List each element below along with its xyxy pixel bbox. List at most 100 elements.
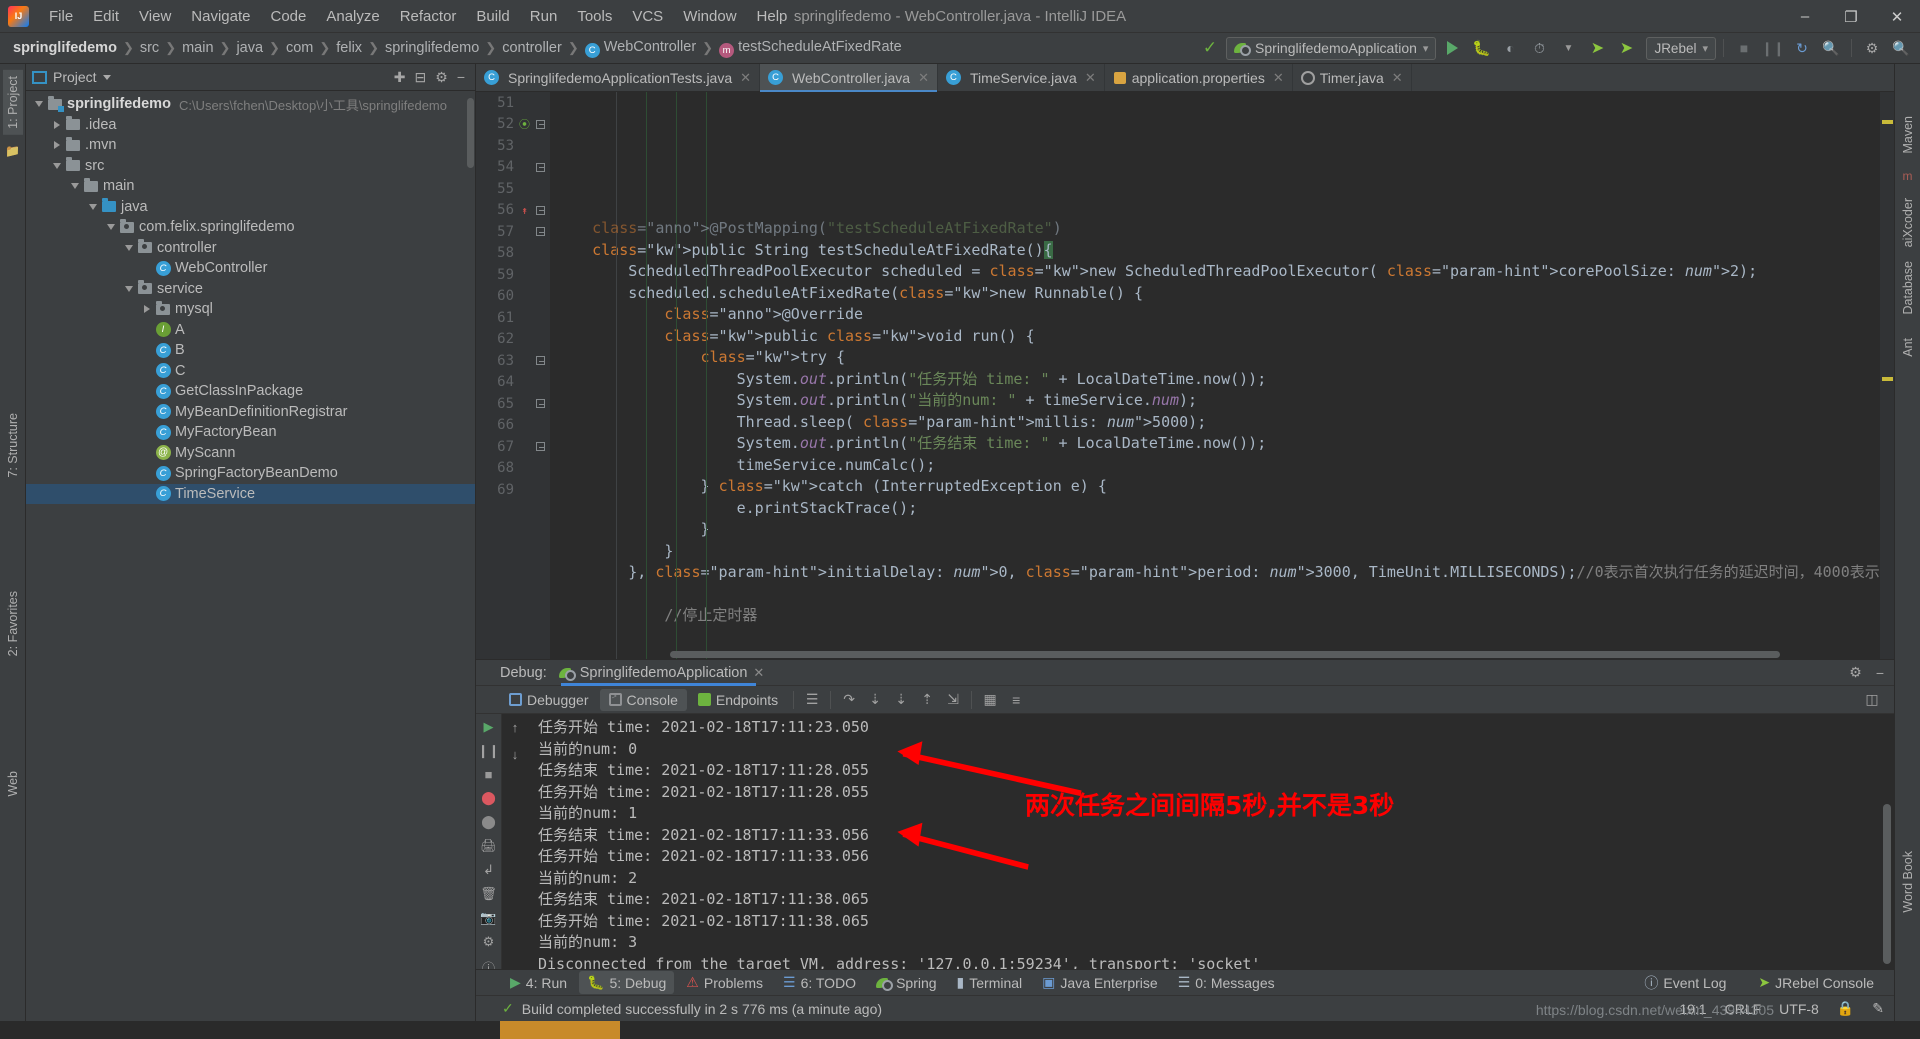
gutter-line[interactable]: 55 bbox=[476, 178, 550, 200]
gutter-line[interactable]: 64 bbox=[476, 372, 550, 394]
tree-node-webcontroller[interactable]: C WebController bbox=[26, 258, 475, 279]
tree-node-main[interactable]: main bbox=[26, 176, 475, 197]
update-app-icon[interactable]: ↻ bbox=[1789, 37, 1815, 60]
bottom-tab-java-enterprise[interactable]: ▣ Java Enterprise bbox=[1034, 971, 1166, 994]
pause-icon[interactable]: ❙❙ bbox=[1760, 37, 1786, 60]
menu-code[interactable]: Code bbox=[260, 5, 316, 28]
debug-icon[interactable]: 🐛 bbox=[1468, 37, 1494, 60]
tree-node-src[interactable]: src bbox=[26, 156, 475, 177]
gutter-marker[interactable]: ↟ bbox=[516, 204, 533, 217]
gear-icon[interactable]: ⚙ bbox=[435, 69, 448, 86]
menu-run[interactable]: Run bbox=[520, 5, 568, 28]
code-line[interactable]: ScheduledThreadPoolExecutor scheduled = … bbox=[550, 261, 1880, 283]
gutter-line[interactable]: 63 bbox=[476, 350, 550, 372]
breadcrumb-main[interactable]: main bbox=[179, 39, 216, 57]
expand-arrow-icon[interactable] bbox=[50, 141, 64, 150]
tree-node-service[interactable]: service bbox=[26, 279, 475, 300]
force-step-into-icon[interactable]: ⇣ bbox=[889, 689, 913, 711]
gutter-marker[interactable]: ⦿ bbox=[516, 116, 533, 132]
maximize-button[interactable]: ❐ bbox=[1828, 0, 1874, 33]
tree-node-b[interactable]: CB bbox=[26, 340, 475, 361]
lock-icon[interactable]: 🔒 bbox=[1837, 1000, 1854, 1017]
jrebel-debug-icon[interactable]: ➤ bbox=[1613, 37, 1639, 60]
project-tree[interactable]: springlifedemo C:\Users\fchen\Desktop\小工具… bbox=[26, 91, 475, 1021]
restore-layout-icon[interactable]: ◫ bbox=[1860, 689, 1884, 711]
search-icon[interactable]: 🔍 bbox=[1888, 37, 1914, 60]
close-icon[interactable]: ✕ bbox=[918, 70, 929, 86]
pause-icon[interactable]: ❙❙ bbox=[478, 743, 500, 759]
inspections-icon[interactable]: ✎ bbox=[1872, 1000, 1884, 1017]
gutter-line[interactable]: 57 bbox=[476, 221, 550, 243]
tab-timeservice[interactable]: C TimeService.java ✕ bbox=[938, 64, 1105, 91]
code-line[interactable]: System.out.println("任务开始 time: " + Local… bbox=[550, 369, 1880, 391]
console-scrollbar[interactable] bbox=[1883, 804, 1891, 964]
collapse-arrow-icon[interactable] bbox=[68, 183, 82, 190]
fold-toggle-icon[interactable] bbox=[533, 119, 548, 129]
expand-arrow-icon[interactable] bbox=[50, 120, 64, 129]
bottom-tab-spring[interactable]: Spring bbox=[868, 972, 944, 994]
tab-webcontroller[interactable]: C WebController.java ✕ bbox=[760, 64, 938, 92]
sidebar-item-maven[interactable]: Maven bbox=[1898, 110, 1918, 160]
settings-icon[interactable]: ⚙ bbox=[480, 934, 498, 950]
soft-wrap-icon[interactable]: ↲ bbox=[480, 862, 498, 878]
gutter-line[interactable]: 68 bbox=[476, 458, 550, 480]
step-over-icon[interactable]: ↷ bbox=[837, 689, 861, 711]
gutter-line[interactable]: 58 bbox=[476, 243, 550, 265]
gutter-line[interactable]: 69 bbox=[476, 479, 550, 501]
gutter-line[interactable]: 59 bbox=[476, 264, 550, 286]
editor-marker-bar[interactable] bbox=[1880, 92, 1894, 659]
gutter-line[interactable]: 51 bbox=[476, 92, 550, 114]
bottom-tab-event-log[interactable]: ⓘ Event Log bbox=[1636, 970, 1734, 996]
console-output[interactable]: 任务开始 time: 2021-02-18T17:11:23.050 当前的num… bbox=[528, 714, 1894, 969]
code-line[interactable]: System.out.println("当前的num: " + timeServ… bbox=[550, 390, 1880, 412]
sidebar-item-web[interactable]: Web bbox=[3, 765, 23, 802]
tab-endpoints[interactable]: Endpoints bbox=[689, 689, 787, 711]
gear-icon[interactable]: ⚙ bbox=[1849, 664, 1862, 681]
menu-build[interactable]: Build bbox=[466, 5, 519, 28]
stop-icon[interactable]: ■ bbox=[480, 767, 498, 782]
camera-icon[interactable]: 📷 bbox=[480, 910, 498, 926]
collapse-arrow-icon[interactable] bbox=[122, 285, 136, 292]
debug-session-tab[interactable]: SpringlifedemoApplication ✕ bbox=[557, 660, 773, 686]
bottom-tab-terminal[interactable]: ▮ Terminal bbox=[949, 971, 1031, 994]
menu-edit[interactable]: Edit bbox=[83, 5, 129, 28]
close-button[interactable]: ✕ bbox=[1874, 0, 1920, 33]
search-everywhere-icon[interactable]: 🔍 bbox=[1818, 37, 1844, 60]
expand-arrow-icon[interactable] bbox=[140, 305, 154, 314]
editor[interactable]: 51 52 ⦿ 53 54 55 56 ↟ 57 58 59 60 61 62 63 64 65 66 67 68 69… bbox=[476, 92, 1894, 659]
gutter-line[interactable]: 53 bbox=[476, 135, 550, 157]
sidebar-item-aixcoder[interactable]: aiXcoder bbox=[1898, 192, 1918, 253]
collapse-arrow-icon[interactable] bbox=[86, 203, 100, 210]
code-line[interactable]: }, class="param-hint">initialDelay: num"… bbox=[550, 562, 1880, 584]
sidebar-item-project[interactable]: 1: Project bbox=[2, 70, 23, 135]
code-line[interactable]: class="kw">public class="kw">void run() … bbox=[550, 326, 1880, 348]
menu-file[interactable]: File bbox=[39, 5, 83, 28]
collapse-all-icon[interactable]: ⊟ bbox=[415, 69, 427, 86]
tab-springlifedemoapplicationtests[interactable]: C SpringlifedemoApplicationTests.java ✕ bbox=[476, 64, 761, 91]
gutter-line[interactable]: 61 bbox=[476, 307, 550, 329]
checkmark-icon[interactable]: ✓ bbox=[1197, 37, 1223, 60]
sidebar-item-favorites[interactable]: 2: Favorites bbox=[3, 585, 23, 662]
collapse-arrow-icon[interactable] bbox=[104, 224, 118, 231]
close-icon[interactable]: ✕ bbox=[1392, 70, 1403, 86]
evaluate-expression-icon[interactable]: ▦ bbox=[978, 689, 1002, 711]
code-line[interactable]: scheduled.scheduleAtFixedRate(class="kw"… bbox=[550, 283, 1880, 305]
editor-gutter[interactable]: 51 52 ⦿ 53 54 55 56 ↟ 57 58 59 60 61 62 63 64 65 66 67 68 69 bbox=[476, 92, 550, 659]
locate-icon[interactable]: ✚ bbox=[394, 69, 406, 86]
breadcrumb-com[interactable]: com bbox=[283, 39, 316, 57]
fold-toggle-icon[interactable] bbox=[533, 162, 548, 172]
gutter-line[interactable]: 54 bbox=[476, 157, 550, 179]
step-into-icon[interactable]: ⇣ bbox=[863, 689, 887, 711]
close-icon[interactable]: ✕ bbox=[753, 665, 764, 681]
code-line[interactable]: timeService.numCalc(); bbox=[550, 455, 1880, 477]
code-line[interactable]: } bbox=[550, 541, 1880, 563]
tree-node-mybeandefinitionregistrar[interactable]: C MyBeanDefinitionRegistrar bbox=[26, 402, 475, 423]
fold-toggle-icon[interactable] bbox=[533, 205, 548, 215]
view-breakpoints-icon[interactable]: ⬤ bbox=[480, 790, 498, 806]
stop-icon[interactable]: ■ bbox=[1731, 37, 1757, 60]
tree-node-c[interactable]: CC bbox=[26, 361, 475, 382]
minimize-icon[interactable]: − bbox=[1876, 665, 1884, 681]
tab-debugger[interactable]: Debugger bbox=[500, 689, 598, 711]
resume-icon[interactable]: ▶ bbox=[480, 719, 498, 735]
jrebel-run-icon[interactable]: ➤ bbox=[1584, 37, 1610, 60]
